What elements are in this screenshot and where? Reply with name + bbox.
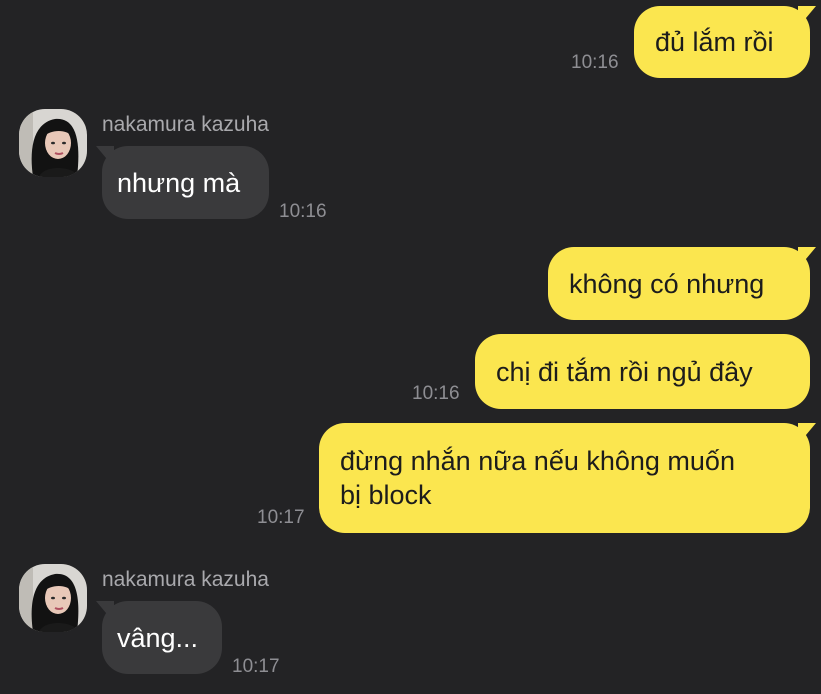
contact-avatar[interactable]	[19, 564, 87, 632]
sent-message-bubble[interactable]: đủ lắm rồi	[634, 6, 816, 78]
message-text: đủ lắm rồi	[655, 27, 774, 57]
bubble-tail	[96, 146, 114, 160]
bubble-tail	[96, 601, 114, 615]
message-text: nhưng mà	[117, 168, 241, 198]
bubble-tail	[798, 423, 816, 437]
sent-message-bubble[interactable]: không có nhưng	[548, 247, 816, 320]
message-text: chị đi tắm rồi ngủ đây	[496, 357, 753, 387]
avatar-photo-icon	[19, 564, 87, 632]
message-timestamp: 10:16	[279, 201, 327, 222]
message-timestamp: 10:17	[257, 507, 305, 528]
avatar-photo-icon	[19, 109, 87, 177]
bubble-tail	[798, 6, 816, 20]
message-timestamp: 10:17	[232, 656, 280, 677]
sent-message-bubble[interactable]: đừng nhắn nữa nếu không muốn bị block	[319, 423, 816, 533]
received-message-bubble[interactable]: nhưng mà	[96, 146, 269, 219]
sent-message-bubble[interactable]: chị đi tắm rồi ngủ đây	[475, 334, 810, 409]
message-text-line: bị block	[340, 480, 432, 510]
sender-name: nakamura kazuha	[102, 568, 269, 591]
message-timestamp: 10:16	[412, 383, 460, 404]
message-text-line: đừng nhắn nữa nếu không muốn	[340, 446, 735, 476]
sender-name: nakamura kazuha	[102, 113, 269, 136]
contact-avatar[interactable]	[19, 109, 87, 177]
message-text: vâng...	[117, 623, 199, 653]
bubble-tail	[798, 247, 816, 261]
message-timestamp: 10:16	[571, 52, 619, 73]
received-message-bubble[interactable]: vâng...	[96, 601, 222, 674]
message-text: không có nhưng	[569, 269, 765, 299]
